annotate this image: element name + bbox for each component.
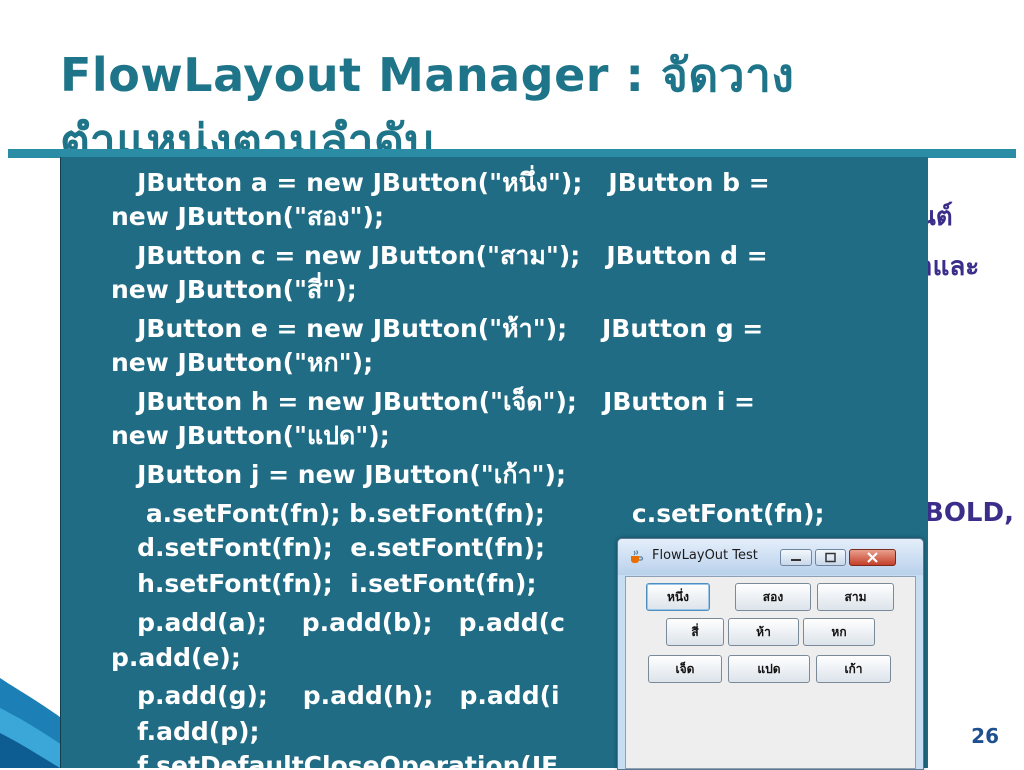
code-line: JButton a = new JButton("หนึ่ง"); JButto… — [111, 168, 770, 197]
code-line: d.setFont(fn); e.setFont(fn); — [111, 533, 545, 562]
code-line: f.add(p); — [111, 717, 260, 746]
code-line: new JButton("หก"); — [111, 348, 374, 377]
button-8[interactable]: แปด — [728, 655, 810, 683]
code-line: new JButton("สี่"); — [111, 275, 357, 304]
java-cup-icon — [628, 549, 644, 565]
button-1[interactable]: หนึ่ง — [646, 583, 710, 611]
button-3[interactable]: สาม — [817, 583, 894, 611]
code-line: p.add(g); p.add(h); p.add(i — [111, 681, 560, 710]
page-number: 26 — [971, 724, 999, 748]
code-line: JButton h = new JButton("เจ็ด"); JButton… — [111, 387, 755, 416]
window-title: FlowLayOut Test — [652, 548, 758, 563]
button-6[interactable]: หก — [803, 618, 875, 646]
close-icon — [867, 552, 878, 563]
code-line: JButton c = new JButton("สาม"); JButton … — [111, 241, 768, 270]
minimize-icon — [791, 559, 801, 561]
code-line: new JButton("แปด"); — [111, 421, 390, 450]
button-2[interactable]: สอง — [735, 583, 811, 611]
maximize-button[interactable] — [815, 549, 846, 566]
code-line: a.setFont(fn); b.setFont(fn); c.setFont(… — [111, 499, 825, 528]
window-content: หนึ่ง สอง สาม สี่ ห้า หก เจ็ด แปด เก้า — [625, 576, 916, 769]
window-titlebar[interactable]: FlowLayOut Test — [618, 539, 923, 575]
code-line: p.add(e); — [111, 643, 241, 672]
button-4[interactable]: สี่ — [666, 618, 724, 646]
code-line: p.add(a); p.add(b); p.add(c — [111, 608, 565, 637]
maximize-icon — [825, 552, 836, 563]
button-9[interactable]: เก้า — [816, 655, 891, 683]
code-line: new JButton("สอง"); — [111, 202, 384, 231]
minimize-button[interactable] — [780, 549, 812, 566]
code-line: JButton e = new JButton("ห้า"); JButton … — [111, 314, 764, 343]
flowlayout-window: FlowLayOut Test หนึ่ง สอง สาม สี่ ห้า หก… — [617, 538, 924, 770]
code-line: h.setFont(fn); i.setFont(fn); — [111, 569, 537, 598]
background-text-3: BOLD, — [924, 498, 1014, 528]
code-line: JButton j = new JButton("เก้า"); — [111, 460, 566, 489]
slide-title-line-1: FlowLayout Manager : จัดวาง — [60, 48, 795, 102]
close-button[interactable] — [849, 549, 896, 566]
button-5[interactable]: ห้า — [728, 618, 799, 646]
button-7[interactable]: เจ็ด — [648, 655, 722, 683]
